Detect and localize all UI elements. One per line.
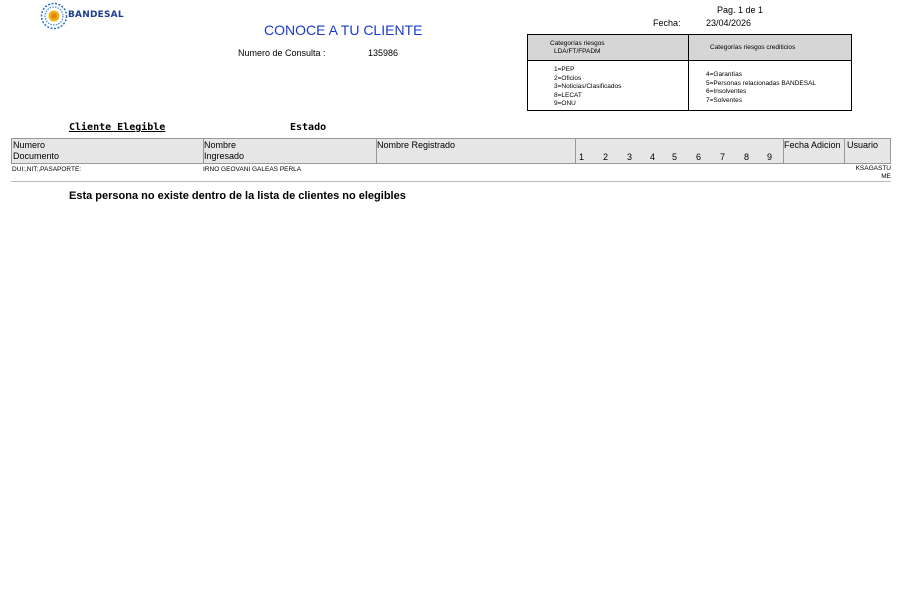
fecha-value: 23/04/2026 bbox=[706, 18, 752, 28]
page-number: Pag. 1 de 1 bbox=[717, 5, 764, 15]
col-header-documento-line1: Numero bbox=[13, 140, 46, 150]
col-header-nombre: Nombre Ingresado bbox=[204, 140, 244, 162]
categories-lda-header: Categorías riesgos LDA/FT/FPADM bbox=[550, 40, 605, 56]
col-header-documento-line2: Documento bbox=[13, 151, 60, 161]
cliente-elegible-heading: Cliente Elegible bbox=[69, 122, 166, 133]
risk-col-8: 8 bbox=[744, 152, 750, 162]
cell-usuario-line2: ME bbox=[881, 173, 891, 180]
bandesal-sun-logo-icon bbox=[40, 2, 68, 30]
result-message: Esta persona no existe dentro de la list… bbox=[69, 190, 406, 202]
cell-nombre: IRNO GEOVANI GALEAS PERLA bbox=[203, 166, 302, 173]
categories-lda-header-line2: LDA/FT/FPADM bbox=[554, 48, 601, 55]
category-item: 4=Garantías bbox=[706, 71, 742, 78]
risk-col-2: 2 bbox=[603, 152, 609, 162]
category-item: 3=Noticias/Clasificados bbox=[554, 83, 622, 90]
page-title: CONOCE A TU CLIENTE bbox=[264, 22, 423, 38]
category-item: 2=Oficios bbox=[554, 74, 582, 82]
estado-heading: Estado bbox=[290, 122, 327, 133]
risk-col-9: 9 bbox=[767, 152, 773, 162]
category-item: 8=LECAT bbox=[554, 91, 582, 99]
category-item: 9=ONU bbox=[554, 100, 576, 107]
col-header-nombre-line1: Nombre bbox=[204, 140, 237, 150]
categories-lda-header-line1: Categorías riesgos bbox=[550, 40, 605, 47]
column-divider bbox=[844, 139, 845, 163]
risk-col-6: 6 bbox=[696, 152, 702, 162]
logo-text: BANDESAL bbox=[68, 10, 124, 20]
risk-col-4: 4 bbox=[650, 152, 656, 162]
col-header-registrado: Nombre Registrado bbox=[377, 140, 456, 150]
consulta-value: 135986 bbox=[368, 48, 399, 58]
category-item: 7=Solventes bbox=[706, 96, 742, 104]
category-item: 5=Personas relacionadas BANDESAL bbox=[706, 79, 817, 87]
column-divider bbox=[575, 139, 576, 163]
table-header: Numero Documento Nombre Ingresado Nombre… bbox=[11, 138, 891, 164]
risk-col-1: 1 bbox=[579, 152, 585, 162]
col-header-fecha: Fecha Adicion bbox=[784, 140, 841, 150]
col-header-documento: Numero Documento bbox=[13, 140, 59, 162]
categories-credit-list: 4=Garantías 5=Personas relacionadas BAND… bbox=[706, 71, 816, 105]
category-item: 6=Insolventes bbox=[706, 88, 747, 95]
table-row: DUI:,NIT:,PASAPORTE: IRNO GEOVANI GALEAS… bbox=[11, 164, 891, 182]
categories-legend: Categorías riesgos LDA/FT/FPADM Categorí… bbox=[527, 34, 852, 111]
categories-lda-list: 1=PEP 2=Oficios 3=Noticias/Clasificados … bbox=[554, 66, 621, 109]
consulta-label: Numero de Consulta : bbox=[238, 48, 326, 58]
risk-col-5: 5 bbox=[672, 152, 678, 162]
categories-divider bbox=[688, 35, 689, 110]
cell-usuario-line1: KSAGASTU bbox=[855, 165, 891, 172]
risk-col-3: 3 bbox=[627, 152, 633, 162]
cell-usuario: KSAGASTU ME bbox=[856, 165, 891, 181]
col-header-nombre-line2: Ingresado bbox=[204, 151, 245, 161]
category-item: 1=PEP bbox=[554, 66, 575, 73]
fecha-label: Fecha: bbox=[653, 18, 681, 28]
risk-col-7: 7 bbox=[720, 152, 726, 162]
cell-documento: DUI:,NIT:,PASAPORTE: bbox=[12, 166, 82, 173]
col-header-usuario: Usuario bbox=[847, 140, 879, 150]
categories-credit-header: Categorías riesgos crediticios bbox=[710, 44, 796, 51]
